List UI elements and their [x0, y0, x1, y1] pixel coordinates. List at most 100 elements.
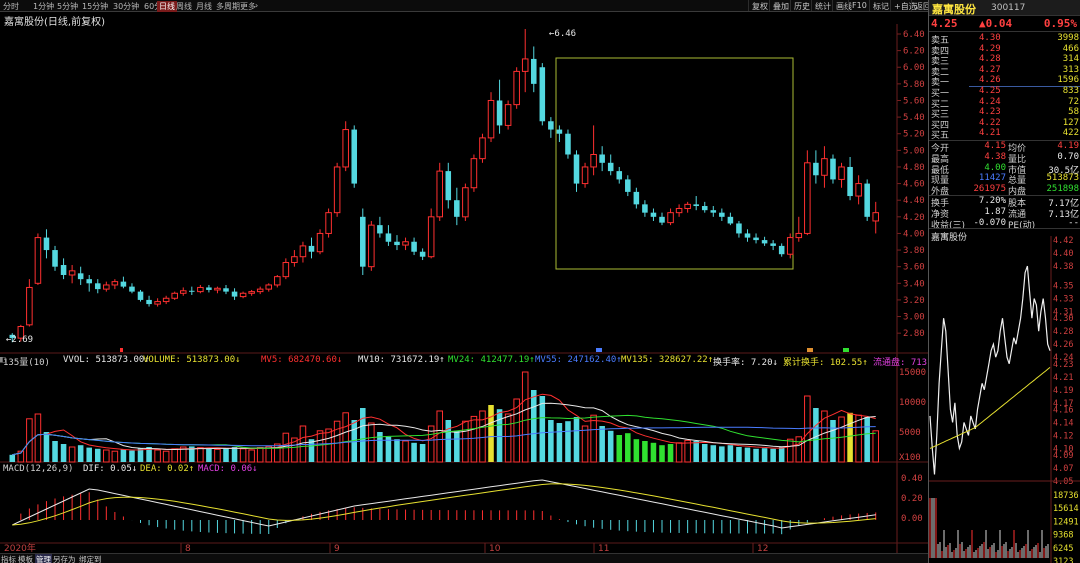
- volume-bar: [52, 441, 58, 462]
- bid-price[interactable]: 4.24: [979, 97, 1001, 107]
- candle-body: [607, 162, 614, 172]
- bid-volume: 833: [1062, 86, 1079, 96]
- indicator-tab-4[interactable]: 绑定到: [79, 554, 102, 563]
- candle-body: [581, 166, 589, 185]
- candle-body: [821, 158, 828, 176]
- candle-body: [171, 292, 178, 299]
- macd-indicator-value: MACD: 0.06↓: [198, 464, 258, 474]
- volume-indicator-value: VOLUME: 513873.00↓: [143, 355, 241, 365]
- volume-bar: [633, 439, 640, 462]
- indicator-tab-1[interactable]: 模板: [18, 554, 33, 563]
- stat-value: 261975: [973, 184, 1006, 195]
- tool-2[interactable]: 历史: [790, 0, 813, 11]
- price-tick: 5.00: [903, 146, 925, 156]
- volume-bar: [719, 446, 725, 462]
- menu-chevron-icon[interactable]: ›: [255, 1, 258, 10]
- indicator-tab-0[interactable]: 指标: [1, 554, 16, 563]
- stat-value: 4.38: [984, 151, 1006, 162]
- volume-bar: [684, 439, 691, 463]
- stat-value: --: [1068, 217, 1079, 228]
- candle-body: [436, 170, 444, 218]
- candle-body: [111, 281, 119, 286]
- volume-bar: [778, 447, 785, 462]
- intraday-mini-chart[interactable]: 4.424.404.384.354.334.314.304.284.264.24…: [929, 236, 1080, 563]
- tool-0[interactable]: 复权: [748, 0, 771, 11]
- volume-bar: [154, 449, 161, 463]
- volume-bar: [325, 428, 332, 463]
- ask-volume: 3998: [1057, 33, 1079, 43]
- tool-5[interactable]: F10: [848, 0, 870, 11]
- bookmark-flag-icon[interactable]: ◧: [0, 355, 5, 365]
- volume-bar: [675, 442, 683, 463]
- ask-price[interactable]: 4.29: [979, 44, 1001, 54]
- indicator-tab-3[interactable]: 另存为: [53, 554, 76, 563]
- period-tab-10[interactable]: 更多: [240, 1, 256, 12]
- volume-bar: [223, 448, 229, 462]
- candle-body: [214, 287, 221, 291]
- price-tick: 6.40: [903, 30, 925, 40]
- period-tab-1[interactable]: 1分钟: [33, 1, 54, 12]
- tool-1[interactable]: 叠加: [769, 0, 792, 11]
- mini-price-tick: 4.30: [1053, 314, 1073, 324]
- candle-body: [496, 100, 503, 126]
- period-tab-3[interactable]: 15分钟: [82, 1, 108, 12]
- bid-price[interactable]: 4.22: [979, 118, 1001, 128]
- candle-body: [650, 212, 657, 217]
- mini-volume-tick: 3123: [1053, 557, 1073, 563]
- ask-price[interactable]: 4.27: [979, 65, 1001, 75]
- bid-price[interactable]: 4.25: [979, 86, 1001, 96]
- price-tick: 2.80: [903, 329, 925, 339]
- stat-value: 4.19: [1057, 141, 1079, 151]
- mini-price-tick: 4.16: [1053, 405, 1073, 415]
- candle-body: [129, 286, 135, 292]
- candle-body: [445, 171, 452, 201]
- macd-indicator-value: DEA: 0.02↑: [140, 464, 195, 474]
- bid-price[interactable]: 4.21: [979, 128, 1001, 138]
- period-tab-2[interactable]: 5分钟: [57, 1, 78, 12]
- candle-body: [325, 212, 332, 234]
- ask-price[interactable]: 4.26: [979, 75, 1001, 85]
- price-tick: 5.20: [903, 130, 925, 140]
- period-tab-8[interactable]: 月线: [196, 1, 212, 12]
- candle-body: [770, 243, 776, 246]
- bid-price[interactable]: 4.23: [979, 107, 1001, 117]
- mini-price-tick: 4.42: [1053, 236, 1073, 246]
- period-tab-6[interactable]: 日线: [157, 1, 177, 12]
- ask-price[interactable]: 4.28: [979, 54, 1001, 64]
- candle-body: [727, 216, 734, 224]
- tool-6[interactable]: 标记: [869, 0, 892, 11]
- mini-price-tick: 4.19: [1053, 386, 1073, 396]
- tool-3[interactable]: 统计: [811, 0, 834, 11]
- candle-body: [189, 290, 195, 292]
- volume-bar: [786, 438, 794, 463]
- price-tick: 4.20: [903, 213, 925, 223]
- mini-price-tick: 4.28: [1053, 327, 1073, 337]
- change-percent: 0.95%: [1043, 17, 1077, 30]
- price-tick: 3.40: [903, 279, 925, 289]
- candle-body: [223, 288, 229, 292]
- mini-price-tick: 4.38: [1053, 262, 1073, 272]
- candle-body: [137, 291, 144, 300]
- candle-body: [454, 200, 460, 217]
- volume-bar: [479, 410, 486, 463]
- volume-bar: [162, 450, 170, 463]
- volume-bar: [813, 408, 819, 462]
- period-tab-9[interactable]: 多周期: [216, 1, 240, 12]
- period-tab-0[interactable]: 分时: [3, 1, 19, 12]
- macd-indicator-value: MACD(12,26,9): [3, 464, 74, 474]
- period-tab-7[interactable]: 周线: [176, 1, 192, 12]
- volume-bar: [761, 448, 768, 462]
- month-label: 12: [757, 544, 768, 553]
- indicator-tab-2[interactable]: 管理: [35, 554, 52, 563]
- stat-value: 1.87: [984, 206, 1006, 217]
- volume-indicator-value: MV10: 731672.19↑: [358, 355, 445, 365]
- high-price-label: ←6.46: [549, 29, 576, 39]
- volume-bar: [753, 448, 759, 462]
- month-label: 2020年: [4, 542, 36, 553]
- candle-body: [316, 232, 324, 253]
- candle-body: [308, 245, 315, 252]
- candle-body: [419, 251, 426, 257]
- period-tab-4[interactable]: 30分钟: [113, 1, 139, 12]
- candle-body: [701, 206, 708, 211]
- ask-price[interactable]: 4.30: [979, 33, 1001, 43]
